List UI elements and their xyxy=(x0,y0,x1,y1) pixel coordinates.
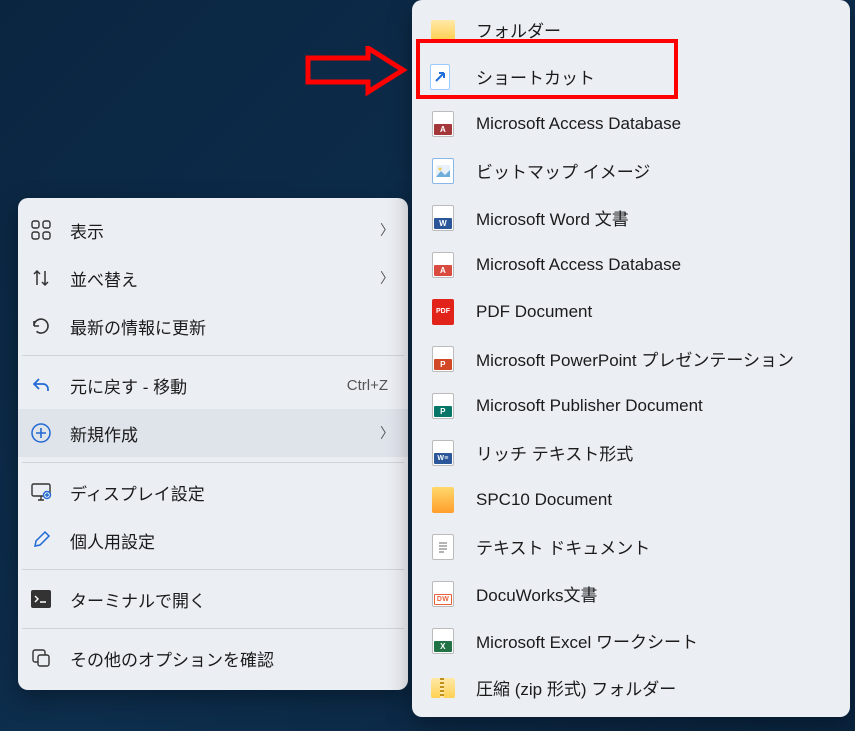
submenu-item-pdf[interactable]: PDF PDF Document xyxy=(412,288,850,335)
menu-shortcut: Ctrl+Z xyxy=(347,377,388,394)
menu-item-personalize[interactable]: 個人用設定 xyxy=(18,516,408,564)
sort-icon xyxy=(30,267,52,289)
submenu-item-word[interactable]: W Microsoft Word 文書 xyxy=(412,194,850,241)
desktop-context-menu: 表示 〉 並べ替え 〉 最新の情報に更新 元に戻す - 移動 Ctrl+Z 新規… xyxy=(18,198,408,690)
publisher-icon: P xyxy=(430,393,456,419)
submenu-item-label: Microsoft PowerPoint プレゼンテーション xyxy=(476,346,836,371)
access-icon: A xyxy=(430,111,456,137)
undo-icon xyxy=(30,374,52,396)
rtf-icon: W≡ xyxy=(430,440,456,466)
menu-item-sort[interactable]: 並べ替え 〉 xyxy=(18,254,408,302)
menu-item-label: 新規作成 xyxy=(70,421,370,446)
menu-item-label: 表示 xyxy=(70,218,370,243)
submenu-item-folder[interactable]: フォルダー xyxy=(412,6,850,53)
menu-item-display-settings[interactable]: ディスプレイ設定 xyxy=(18,468,408,516)
menu-item-label: 元に戻す - 移動 xyxy=(70,373,347,398)
submenu-item-label: Microsoft Excel ワークシート xyxy=(476,628,836,653)
submenu-item-spc10[interactable]: SPC10 Document xyxy=(412,476,850,523)
new-submenu: フォルダー ショートカット A Microsoft Access Databas… xyxy=(412,0,850,717)
chevron-right-icon: 〉 xyxy=(380,423,394,443)
folder-icon xyxy=(430,17,456,43)
refresh-icon xyxy=(30,315,52,337)
submenu-item-label: Microsoft Access Database xyxy=(476,255,836,275)
chevron-right-icon: 〉 xyxy=(380,268,394,288)
submenu-item-label: フォルダー xyxy=(476,17,836,42)
menu-item-terminal[interactable]: ターミナルで開く xyxy=(18,575,408,623)
chevron-right-icon: 〉 xyxy=(380,220,394,240)
submenu-item-label: ショートカット xyxy=(476,64,836,89)
menu-item-more-options[interactable]: その他のオプションを確認 xyxy=(18,634,408,682)
terminal-icon xyxy=(30,588,52,610)
submenu-item-access[interactable]: A Microsoft Access Database xyxy=(412,100,850,147)
submenu-item-zip[interactable]: 圧縮 (zip 形式) フォルダー xyxy=(412,664,850,711)
submenu-item-label: リッチ テキスト形式 xyxy=(476,440,836,465)
submenu-item-publisher[interactable]: P Microsoft Publisher Document xyxy=(412,382,850,429)
text-icon xyxy=(430,534,456,560)
menu-separator xyxy=(22,355,404,356)
submenu-item-label: テキスト ドキュメント xyxy=(476,534,836,559)
word-icon: W xyxy=(430,205,456,231)
submenu-item-label: Microsoft Word 文書 xyxy=(476,205,836,230)
spc10-icon xyxy=(430,487,456,513)
docuworks-icon: DW xyxy=(430,581,456,607)
submenu-item-bitmap[interactable]: ビットマップ イメージ xyxy=(412,147,850,194)
brush-icon xyxy=(30,529,52,551)
submenu-item-label: PDF Document xyxy=(476,302,836,322)
submenu-item-label: DocuWorks文書 xyxy=(476,581,836,606)
menu-item-label: ディスプレイ設定 xyxy=(70,480,394,505)
excel-icon: X xyxy=(430,628,456,654)
submenu-item-label: SPC10 Document xyxy=(476,490,836,510)
menu-item-undo[interactable]: 元に戻す - 移動 Ctrl+Z xyxy=(18,361,408,409)
submenu-item-label: Microsoft Access Database xyxy=(476,114,836,134)
menu-separator xyxy=(22,628,404,629)
submenu-item-docuworks[interactable]: DW DocuWorks文書 xyxy=(412,570,850,617)
bitmap-icon xyxy=(430,158,456,184)
annotation-arrow xyxy=(303,46,413,101)
menu-item-refresh[interactable]: 最新の情報に更新 xyxy=(18,302,408,350)
submenu-item-excel[interactable]: X Microsoft Excel ワークシート xyxy=(412,617,850,664)
submenu-item-access2[interactable]: A Microsoft Access Database xyxy=(412,241,850,288)
submenu-item-label: 圧縮 (zip 形式) フォルダー xyxy=(476,675,836,700)
grid-icon xyxy=(30,219,52,241)
menu-item-label: 個人用設定 xyxy=(70,528,394,553)
submenu-item-text[interactable]: テキスト ドキュメント xyxy=(412,523,850,570)
display-icon xyxy=(30,481,52,503)
menu-item-label: その他のオプションを確認 xyxy=(70,646,394,671)
menu-item-label: ターミナルで開く xyxy=(70,587,394,612)
more-options-icon xyxy=(30,647,52,669)
menu-item-label: 並べ替え xyxy=(70,266,370,291)
menu-separator xyxy=(22,462,404,463)
menu-separator xyxy=(22,569,404,570)
menu-item-view[interactable]: 表示 〉 xyxy=(18,206,408,254)
submenu-item-label: ビットマップ イメージ xyxy=(476,158,836,183)
submenu-item-label: Microsoft Publisher Document xyxy=(476,396,836,416)
menu-item-label: 最新の情報に更新 xyxy=(70,314,394,339)
submenu-item-rtf[interactable]: W≡ リッチ テキスト形式 xyxy=(412,429,850,476)
zip-icon xyxy=(430,675,456,701)
shortcut-icon xyxy=(430,64,456,90)
submenu-item-shortcut[interactable]: ショートカット xyxy=(412,53,850,100)
submenu-item-powerpoint[interactable]: P Microsoft PowerPoint プレゼンテーション xyxy=(412,335,850,382)
powerpoint-icon: P xyxy=(430,346,456,372)
access-icon: A xyxy=(430,252,456,278)
new-icon xyxy=(30,422,52,444)
pdf-icon: PDF xyxy=(430,299,456,325)
menu-item-new[interactable]: 新規作成 〉 xyxy=(18,409,408,457)
